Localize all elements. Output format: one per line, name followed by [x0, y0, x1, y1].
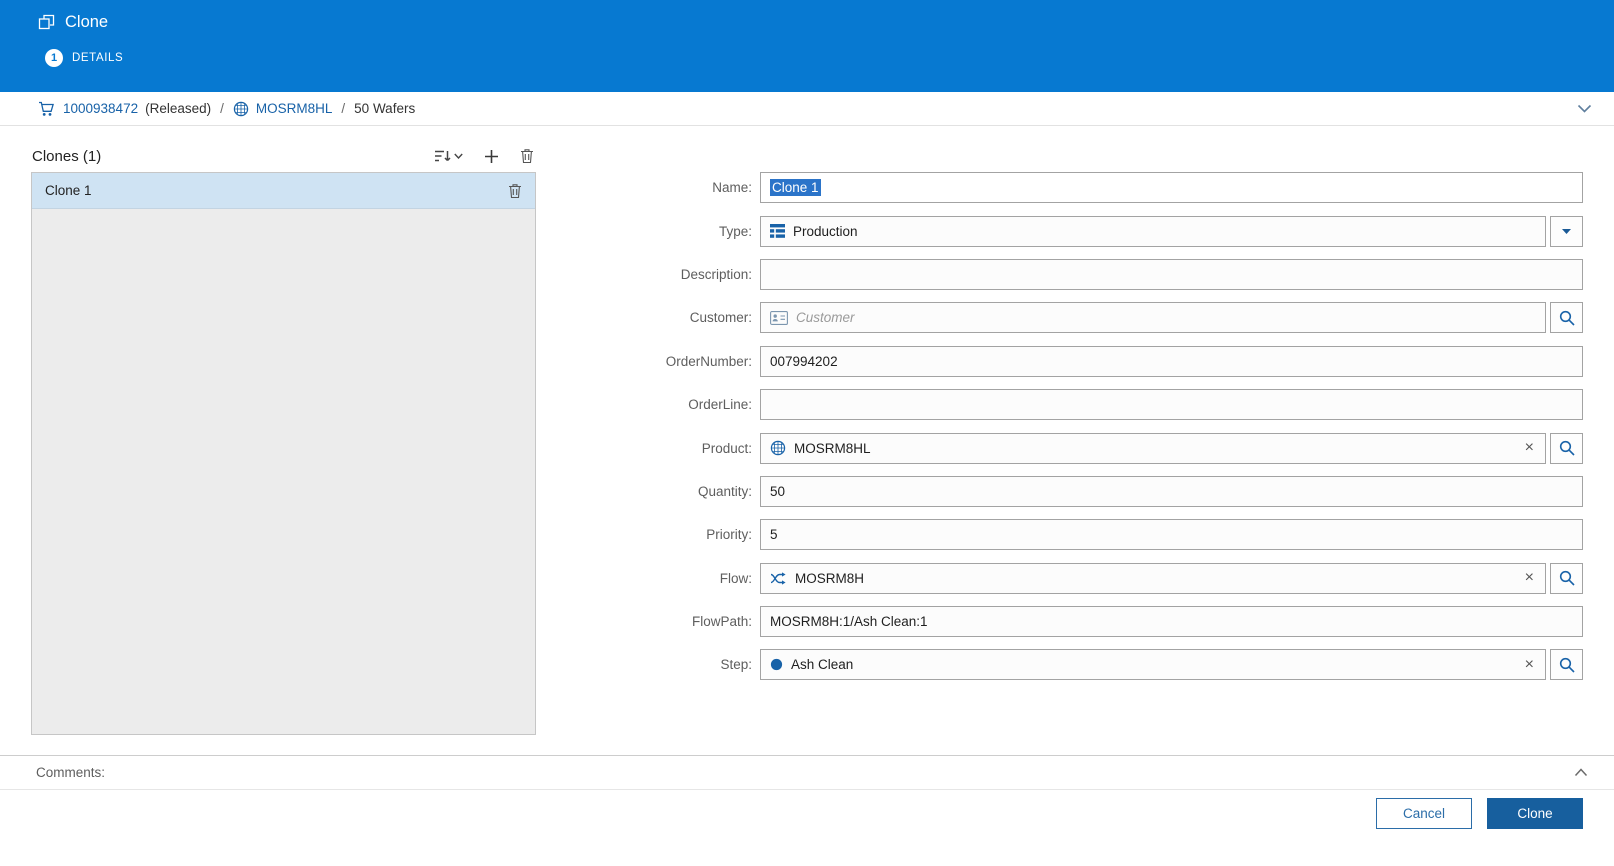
- cancel-button[interactable]: Cancel: [1376, 798, 1472, 829]
- lot-status: (Released): [145, 101, 211, 116]
- clone-icon: [38, 14, 55, 31]
- flow-icon: [770, 572, 787, 585]
- quantity-label: Quantity:: [610, 484, 760, 499]
- customer-input[interactable]: [796, 303, 1536, 332]
- order-line-label: OrderLine:: [610, 397, 760, 412]
- form-row-name: Name: Clone 1: [610, 166, 1583, 209]
- comments-section: Comments:: [0, 755, 1614, 790]
- form-row-customer: Customer:: [610, 296, 1583, 339]
- flow-path-label: FlowPath:: [610, 614, 760, 629]
- type-dropdown-button[interactable]: [1550, 216, 1583, 247]
- customer-field[interactable]: [760, 302, 1546, 333]
- step-search-button[interactable]: [1550, 649, 1583, 680]
- product-value: MOSRM8HL: [794, 441, 871, 456]
- order-number-label: OrderNumber:: [610, 354, 760, 369]
- flow-field[interactable]: MOSRM8H ×: [760, 563, 1546, 594]
- step-field[interactable]: Ash Clean ×: [760, 649, 1546, 680]
- comments-label: Comments:: [36, 765, 105, 780]
- breadcrumb-separator: /: [218, 101, 226, 116]
- clones-panel-title: Clones (1): [32, 148, 101, 165]
- wafer-count-label: 50 Wafers: [354, 101, 415, 116]
- product-icon: [770, 440, 786, 456]
- form-row-order-line: OrderLine:: [610, 383, 1583, 426]
- form-row-description: Description:: [610, 253, 1583, 296]
- product-search-button[interactable]: [1550, 433, 1583, 464]
- product-field[interactable]: MOSRM8HL ×: [760, 433, 1546, 464]
- search-icon: [1559, 440, 1575, 456]
- trash-icon: [508, 183, 522, 199]
- form-row-type: Type: Production: [610, 209, 1583, 252]
- clone-button[interactable]: Clone: [1487, 798, 1583, 829]
- sort-filter-button[interactable]: [432, 147, 465, 165]
- step-clear-icon[interactable]: ×: [1523, 657, 1536, 673]
- step-1-indicator: 1: [45, 49, 63, 67]
- order-line-input[interactable]: [760, 389, 1583, 420]
- chevron-down-icon[interactable]: [1577, 104, 1592, 113]
- name-label: Name:: [610, 180, 760, 195]
- breadcrumb-separator: /: [339, 101, 347, 116]
- clones-list: Clone 1: [31, 172, 536, 735]
- breadcrumb: 1000938472 (Released) / MOSRM8HL / 50 Wa…: [0, 92, 1614, 126]
- dialog-footer: Cancel Clone: [1376, 798, 1583, 829]
- plus-icon: [484, 149, 499, 164]
- trash-icon: [520, 148, 534, 164]
- description-label: Description:: [610, 267, 760, 282]
- chevron-down-icon: [454, 153, 463, 159]
- customer-card-icon: [770, 311, 788, 325]
- delete-clone-item-button[interactable]: [508, 183, 522, 199]
- customer-search-button[interactable]: [1550, 302, 1583, 333]
- form-row-priority: Priority:: [610, 513, 1583, 556]
- clone-item-label: Clone 1: [45, 183, 92, 198]
- name-value-selected: Clone 1: [770, 179, 821, 196]
- chevron-down-icon: [1561, 228, 1572, 235]
- clones-panel-header: Clones (1): [32, 142, 536, 170]
- clone-details-form: Name: Clone 1 Type: Production Descr: [610, 166, 1583, 687]
- form-row-step: Step: Ash Clean ×: [610, 643, 1583, 686]
- page-title: Clone: [65, 13, 108, 32]
- comments-collapse-button[interactable]: [1574, 768, 1588, 777]
- form-row-flow-path: FlowPath:: [610, 600, 1583, 643]
- step-label: Step:: [610, 657, 760, 672]
- product-label: Product:: [610, 441, 760, 456]
- cart-icon: [38, 101, 56, 117]
- flow-search-button[interactable]: [1550, 563, 1583, 594]
- customer-label: Customer:: [610, 310, 760, 325]
- product-link[interactable]: MOSRM8HL: [256, 101, 333, 116]
- form-row-product: Product: MOSRM8HL ×: [610, 426, 1583, 469]
- step-details-label: DETAILS: [72, 52, 123, 64]
- delete-clone-button[interactable]: [518, 146, 536, 166]
- form-row-order-number: OrderNumber:: [610, 340, 1583, 383]
- form-row-flow: Flow: MOSRM8H ×: [610, 557, 1583, 600]
- step-value: Ash Clean: [791, 657, 853, 672]
- add-clone-button[interactable]: [482, 147, 501, 166]
- quantity-input[interactable]: [760, 476, 1583, 507]
- search-icon: [1559, 657, 1575, 673]
- flow-value: MOSRM8H: [795, 571, 864, 586]
- step-icon: [770, 658, 783, 671]
- type-select[interactable]: Production: [760, 216, 1546, 247]
- product-icon: [233, 101, 249, 117]
- flow-path-input[interactable]: [760, 606, 1583, 637]
- flow-label: Flow:: [610, 571, 760, 586]
- flow-clear-icon[interactable]: ×: [1523, 570, 1536, 586]
- type-label: Type:: [610, 224, 760, 239]
- search-icon: [1559, 310, 1575, 326]
- lot-link[interactable]: 1000938472: [63, 101, 138, 116]
- priority-input[interactable]: [760, 519, 1583, 550]
- app-header: Clone 1 DETAILS: [0, 0, 1614, 92]
- sort-icon: [434, 149, 451, 163]
- chevron-up-icon: [1574, 768, 1588, 777]
- order-number-input[interactable]: [760, 346, 1583, 377]
- description-input[interactable]: [760, 259, 1583, 290]
- form-row-quantity: Quantity:: [610, 470, 1583, 513]
- type-value: Production: [793, 224, 858, 239]
- production-type-icon: [770, 224, 785, 238]
- product-clear-icon[interactable]: ×: [1523, 440, 1536, 456]
- search-icon: [1559, 570, 1575, 586]
- name-input[interactable]: Clone 1: [760, 172, 1583, 203]
- priority-label: Priority:: [610, 527, 760, 542]
- clone-list-item[interactable]: Clone 1: [32, 173, 535, 209]
